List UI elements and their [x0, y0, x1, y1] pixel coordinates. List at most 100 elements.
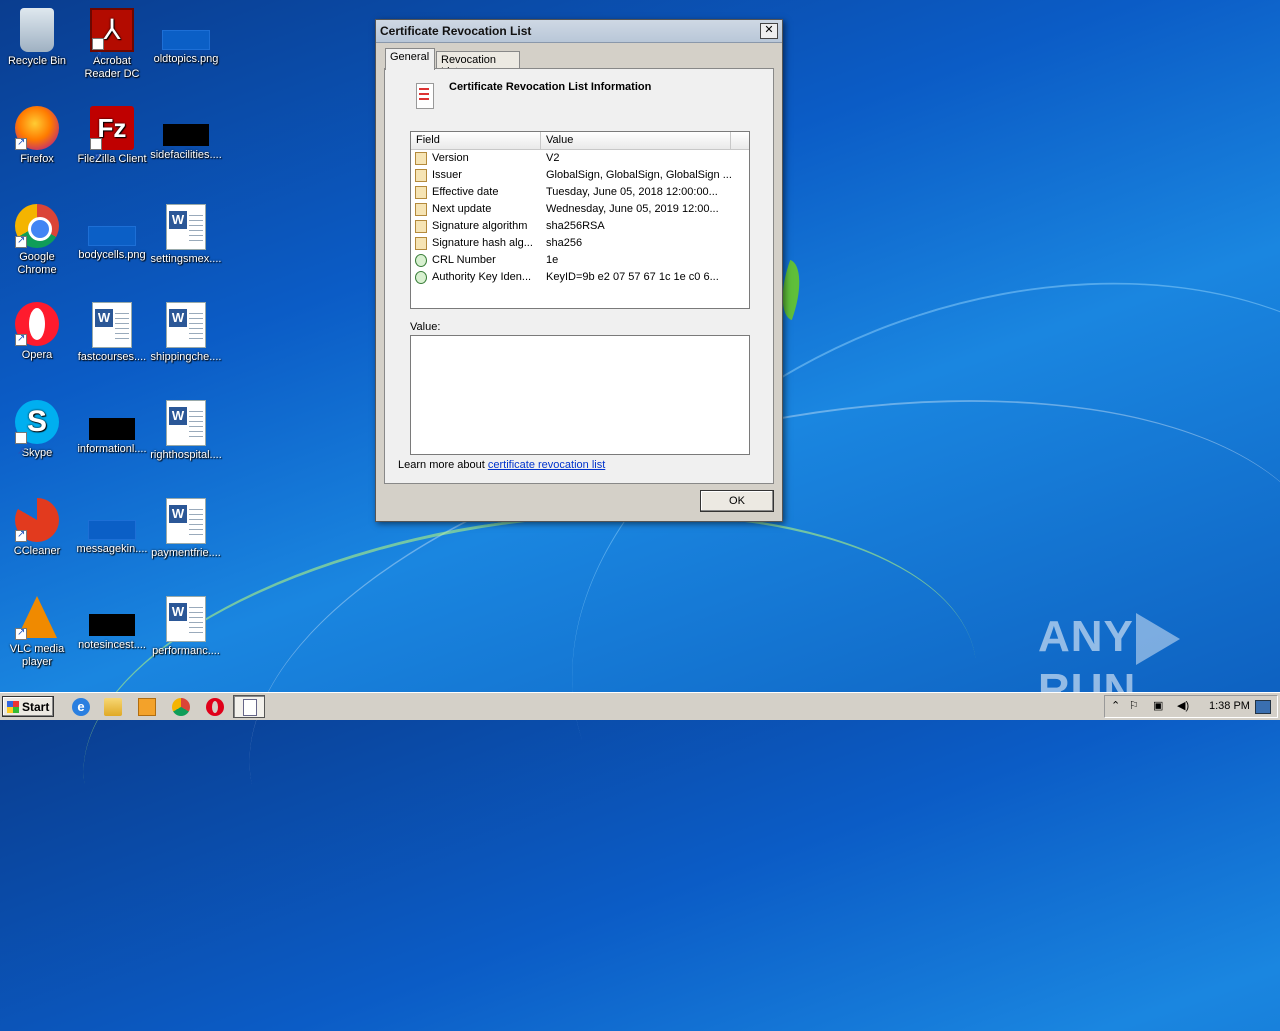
desktop-icon-performanc[interactable]: performanc....	[149, 596, 223, 658]
show-desktop-icon[interactable]	[1255, 700, 1271, 714]
chrome-icon	[15, 204, 59, 248]
row-value: V2	[546, 152, 560, 164]
desktop-icon-firefox[interactable]: Firefox	[0, 106, 74, 166]
desktop-icon-skype[interactable]: S Skype	[0, 400, 74, 474]
desktop-icon-label: informationl....	[77, 443, 147, 455]
desktop-icon-acrobat[interactable]: ⅄ Acrobat Reader DC	[75, 8, 149, 81]
row-field: CRL Number	[432, 254, 496, 266]
network-icon[interactable]: ▣	[1153, 699, 1163, 712]
desktop-icon-filezilla[interactable]: Fz FileZilla Client	[75, 106, 149, 180]
desktop-icon-messagekin[interactable]: messagekin....	[75, 498, 149, 556]
desktop-icon-informationl[interactable]: informationl....	[75, 400, 149, 456]
list-row-effective-date[interactable]: Effective date Tuesday, June 05, 2018 12…	[411, 184, 749, 201]
tab-general[interactable]: General	[385, 48, 435, 70]
tab-revocation-list[interactable]: Revocation List	[436, 51, 520, 78]
windows-explorer-icon[interactable]	[104, 698, 122, 716]
desktop-icon-righthospital[interactable]: righthospital....	[149, 400, 223, 462]
extension-icon	[415, 254, 427, 267]
desktop-icon-label: paymentfrie....	[151, 547, 221, 559]
desktop-icon-label: oldtopics.png	[153, 53, 219, 65]
row-value: sha256	[546, 237, 583, 249]
word-document-icon	[166, 400, 206, 446]
field-icon	[415, 203, 427, 216]
desktop-icon-chrome[interactable]: Google Chrome	[0, 204, 74, 277]
list-row-signature-hash[interactable]: Signature hash alg... sha256	[411, 235, 749, 252]
dialog-titlebar[interactable]: Certificate Revocation List ✕	[376, 20, 782, 43]
list-row-authority-key[interactable]: Authority Key Iden... KeyID=9b e2 07 57 …	[411, 269, 749, 286]
desktop-icon-label: settingsmex....	[150, 253, 222, 265]
crl-icon	[416, 83, 434, 109]
desktop-icon-fastcourses[interactable]: fastcourses....	[75, 302, 149, 364]
windows-logo-icon	[7, 701, 19, 713]
desktop-icon-label: Firefox	[20, 153, 54, 165]
desktop-icon-shippingche[interactable]: shippingche....	[149, 302, 223, 364]
general-tab-panel: Certificate Revocation List Information …	[384, 68, 774, 484]
field-value-list[interactable]: Field Value Version V2 Issuer GlobalSign…	[410, 131, 750, 309]
filezilla-icon: Fz	[90, 106, 134, 180]
acrobat-icon: ⅄	[90, 8, 134, 76]
clock[interactable]: 1:38 PM	[1209, 700, 1250, 712]
value-label: Value:	[410, 321, 441, 333]
internet-explorer-icon[interactable]: e	[72, 698, 90, 716]
desktop-icon-oldtopics[interactable]: oldtopics.png	[149, 8, 223, 66]
shortcut-arrow-icon	[15, 136, 27, 150]
desktop-icon-label: FileZilla Client	[77, 153, 147, 165]
certificate-revocation-list-link[interactable]: certificate revocation list	[488, 459, 605, 471]
desktop-icon-label: fastcourses....	[77, 351, 147, 363]
start-button[interactable]: Start	[2, 696, 54, 717]
ok-button[interactable]: OK	[700, 490, 774, 512]
value-textbox[interactable]	[410, 335, 750, 455]
shortcut-arrow-icon	[15, 528, 27, 542]
chrome-taskbar-icon[interactable]	[172, 698, 190, 716]
desktop-icon-recycle-bin[interactable]: Recycle Bin	[0, 8, 74, 68]
start-label: Start	[22, 700, 50, 714]
column-header-field[interactable]: Field	[411, 132, 541, 149]
close-button[interactable]: ✕	[760, 23, 778, 39]
shortcut-arrow-icon	[90, 136, 102, 180]
row-field: Signature hash alg...	[432, 237, 533, 249]
word-document-icon	[166, 302, 206, 348]
media-player-icon[interactable]	[138, 698, 156, 716]
row-value: sha256RSA	[546, 220, 605, 232]
list-row-next-update[interactable]: Next update Wednesday, June 05, 2019 12:…	[411, 201, 749, 218]
desktop-icon-sidefacilities[interactable]: sidefacilities....	[149, 106, 223, 162]
extension-icon	[415, 271, 427, 284]
field-icon	[415, 169, 427, 182]
desktop-icon-label: bodycells.png	[78, 249, 146, 261]
volume-icon[interactable]: ◀)	[1177, 699, 1189, 712]
taskbar: Start e ⌃ ⚐ ▣ ◀) 1:38 PM	[0, 692, 1280, 720]
list-row-issuer[interactable]: Issuer GlobalSign, GlobalSign, GlobalSig…	[411, 167, 749, 184]
desktop-icon-label: Skype	[21, 447, 53, 459]
system-tray: ⌃ ⚐ ▣ ◀) 1:38 PM	[1104, 695, 1278, 718]
desktop-icon-label: sidefacilities....	[150, 149, 222, 161]
desktop-icon-settingsmex[interactable]: settingsmex....	[149, 204, 223, 266]
list-row-version[interactable]: Version V2	[411, 150, 749, 167]
action-center-flag-icon[interactable]: ⚐	[1129, 699, 1139, 712]
desktop-icon-paymentfrie[interactable]: paymentfrie....	[149, 498, 223, 560]
desktop-icon-label: Opera	[21, 349, 53, 361]
desktop-icon-vlc[interactable]: VLC media player	[0, 596, 74, 669]
desktop-icon-label: righthospital....	[150, 449, 222, 461]
list-row-crl-number[interactable]: CRL Number 1e	[411, 252, 749, 269]
shortcut-arrow-icon	[15, 430, 27, 474]
desktop-icon-notesincest[interactable]: notesincest....	[75, 596, 149, 652]
certificate-revocation-list-dialog: Certificate Revocation List ✕ General Re…	[375, 19, 783, 522]
desktop-icon-opera[interactable]: Opera	[0, 302, 74, 362]
watermark-left: ANY	[1038, 612, 1134, 661]
field-icon	[415, 220, 427, 233]
black-file-icon	[89, 614, 135, 636]
opera-icon	[15, 302, 59, 346]
show-hidden-icons-icon[interactable]: ⌃	[1111, 699, 1120, 712]
dialog-title: Certificate Revocation List	[380, 24, 532, 38]
desktop-icon-bodycells[interactable]: bodycells.png	[75, 204, 149, 262]
list-row-signature-algorithm[interactable]: Signature algorithm sha256RSA	[411, 218, 749, 235]
opera-taskbar-icon[interactable]	[206, 698, 224, 716]
column-header-value[interactable]: Value	[541, 132, 731, 149]
image-file-icon	[162, 30, 210, 50]
image-file-icon	[88, 226, 136, 246]
desktop-icon-label: shippingche....	[150, 351, 222, 363]
taskbar-active-window-button[interactable]	[233, 695, 265, 718]
word-document-icon	[166, 596, 206, 642]
desktop-icon-ccleaner[interactable]: CCleaner	[0, 498, 74, 558]
row-field: Issuer	[432, 169, 462, 181]
